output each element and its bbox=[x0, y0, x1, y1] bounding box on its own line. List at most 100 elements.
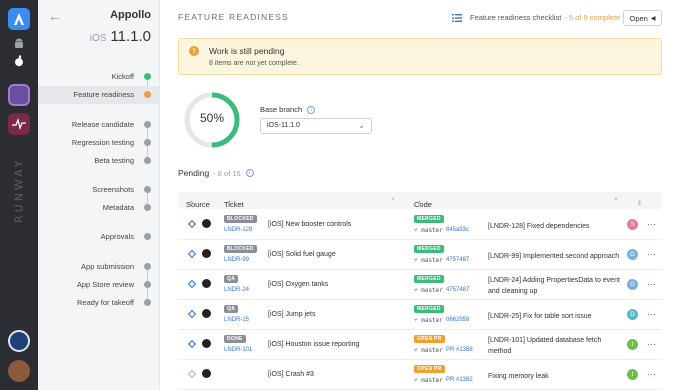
step-regression-testing[interactable]: Regression testing bbox=[38, 134, 160, 152]
base-branch-select[interactable]: iOS-11.1.0 ⌄ bbox=[260, 118, 372, 134]
ticket-id-link[interactable]: LNDR-101 bbox=[224, 347, 252, 353]
code-status-badge: OPEN PR bbox=[414, 365, 445, 373]
base-branch-label: Base branch i bbox=[260, 105, 316, 114]
step-app-submission[interactable]: App submission bbox=[38, 258, 160, 276]
github-icon bbox=[202, 219, 211, 228]
more-options-icon[interactable]: ⋯ bbox=[647, 369, 657, 380]
ticket-status-badge: QA bbox=[224, 275, 239, 283]
app-name: Appollo bbox=[110, 9, 151, 21]
branch-name: master bbox=[421, 347, 443, 354]
table-row[interactable]: [iOS] Crash #3 OPEN PR ⑂ master PR #1382 Fix… bbox=[178, 360, 662, 390]
code-ref-link[interactable]: 0662958 bbox=[446, 317, 469, 323]
step-status-dot bbox=[144, 204, 151, 211]
step-app-store-review[interactable]: App Store review bbox=[38, 276, 160, 294]
ticket-title: [iOS] New booster controls bbox=[268, 221, 352, 228]
step-metadata[interactable]: Metadata bbox=[38, 199, 160, 217]
back-arrow-icon[interactable]: ← bbox=[48, 8, 62, 24]
ticket-id-link[interactable]: LNDR-128 bbox=[224, 227, 252, 233]
code-title: [LNDR-25] Fix for table sort issue bbox=[488, 313, 592, 320]
ticket-id-link[interactable]: LNDR-24 bbox=[224, 287, 249, 293]
release-version: iOS 11.1.0 bbox=[90, 28, 151, 45]
code-status-badge: MERGED bbox=[414, 245, 444, 253]
github-icon bbox=[202, 249, 211, 258]
ticket-status-badge: QA bbox=[224, 305, 239, 313]
assignee-avatar[interactable]: G bbox=[627, 279, 638, 290]
more-options-icon[interactable]: ⋯ bbox=[647, 219, 657, 230]
runway-logo-icon[interactable] bbox=[8, 8, 30, 30]
step-label: Screenshots bbox=[92, 185, 134, 194]
step-label: Regression testing bbox=[71, 138, 134, 147]
pending-title: Pending bbox=[178, 168, 210, 178]
step-label: Approvals bbox=[100, 232, 134, 241]
code-status-badge: MERGED bbox=[414, 305, 444, 313]
code-ref-link[interactable]: 845a93c bbox=[446, 227, 469, 233]
info-icon[interactable]: i bbox=[307, 105, 316, 114]
step-status-dot bbox=[144, 263, 151, 270]
assignee-avatar[interactable]: D bbox=[627, 309, 638, 320]
table-row[interactable]: DONE LNDR-101 [iOS] Houston issue reportin… bbox=[178, 330, 662, 360]
apple-icon[interactable] bbox=[11, 53, 27, 69]
release-sidebar: ← Appollo iOS 11.1.0 Kickoff Feature read… bbox=[38, 0, 160, 390]
warning-icon: ! bbox=[189, 46, 199, 56]
more-options-icon[interactable]: ⋯ bbox=[647, 339, 657, 350]
step-screenshots[interactable]: Screenshots bbox=[38, 181, 160, 199]
step-status-dot bbox=[144, 121, 151, 128]
branch-name: master bbox=[421, 227, 443, 234]
more-options-icon[interactable]: ⋯ bbox=[647, 249, 657, 260]
code-ref-link[interactable]: 4757487 bbox=[446, 257, 469, 263]
table-row[interactable]: QA LNDR-24 [iOS] Oxygen tanks MERGED ⑂ maste… bbox=[178, 270, 662, 300]
android-icon[interactable] bbox=[11, 36, 27, 52]
assignee-avatar[interactable]: I bbox=[627, 369, 638, 380]
table-row[interactable]: BLOCKED LNDR-128 [iOS] New booster control… bbox=[178, 210, 662, 240]
step-status-dot bbox=[144, 73, 151, 80]
step-kickoff[interactable]: Kickoff bbox=[38, 68, 160, 86]
ticket-id-link[interactable]: LNDR-99 bbox=[224, 257, 249, 263]
more-options-icon[interactable]: ⋯ bbox=[647, 279, 657, 290]
table-row[interactable]: QA LNDR-25 [iOS] Jump jets MERGED ⑂ master 06… bbox=[178, 300, 662, 330]
app-icon-pulse[interactable] bbox=[8, 113, 30, 135]
step-approvals[interactable]: Approvals bbox=[38, 228, 160, 246]
code-ref-link[interactable]: PR #1388 bbox=[446, 347, 473, 353]
pending-alert: ! Work is still pending 8 items are not … bbox=[178, 38, 662, 75]
step-status-dot bbox=[144, 91, 151, 98]
ticket-search-icon[interactable]: ⌕ bbox=[391, 196, 395, 204]
table-row[interactable]: BLOCKED LNDR-99 [iOS] Solid fuel gauge MERG… bbox=[178, 240, 662, 270]
ticket-title: [iOS] Jump jets bbox=[268, 311, 316, 318]
step-label: Ready for takeoff bbox=[77, 298, 134, 307]
jira-icon bbox=[187, 249, 197, 259]
code-search-icon[interactable]: ⌕ bbox=[614, 196, 618, 204]
ticket-title: [iOS] Oxygen tanks bbox=[268, 281, 329, 288]
assignee-avatar[interactable]: S bbox=[627, 219, 638, 230]
step-feature-readiness[interactable]: Feature readiness bbox=[38, 86, 160, 104]
code-ref-link[interactable]: PR #1382 bbox=[446, 377, 473, 383]
more-options-icon[interactable]: ⋯ bbox=[647, 309, 657, 320]
step-ready-for-takeoff[interactable]: Ready for takeoff bbox=[38, 294, 160, 312]
checklist-label: Feature readiness checklist bbox=[470, 13, 562, 22]
git-branch-icon: ⑂ bbox=[414, 377, 418, 384]
jira-icon bbox=[187, 219, 197, 229]
checklist-link[interactable]: Feature readiness checklist - 5 of 9 com… bbox=[452, 13, 620, 22]
org-avatar[interactable] bbox=[8, 330, 30, 352]
user-avatar[interactable] bbox=[8, 360, 30, 382]
code-title: [LNDR-24] Adding PropertiesData to event… bbox=[488, 277, 620, 295]
info-icon[interactable]: i bbox=[245, 169, 254, 177]
main-content: FEATURE READINESS Feature readiness chec… bbox=[160, 0, 680, 390]
ticket-id-link[interactable]: LNDR-25 bbox=[224, 317, 249, 323]
base-branch-title: Base branch bbox=[260, 105, 303, 114]
assignee-avatar[interactable]: G bbox=[627, 249, 638, 260]
base-branch-value: iOS-11.1.0 bbox=[267, 122, 300, 129]
ticket-title: [iOS] Solid fuel gauge bbox=[268, 251, 336, 258]
github-icon bbox=[202, 279, 211, 288]
step-release-candidate[interactable]: Release candidate bbox=[38, 116, 160, 134]
open-button[interactable]: Open ◀ bbox=[623, 10, 662, 26]
caret-left-icon: ◀ bbox=[650, 15, 656, 22]
jira-icon bbox=[187, 339, 197, 349]
step-beta-testing[interactable]: Beta testing bbox=[38, 152, 160, 170]
code-ref-link[interactable]: 4757487 bbox=[446, 287, 469, 293]
code-title: [LNDR-99] Implemented second approach bbox=[488, 253, 620, 260]
code-title: [LNDR-128] Fixed dependencies bbox=[488, 223, 590, 230]
assignee-avatar[interactable]: I bbox=[627, 339, 638, 350]
app-icon-purple[interactable] bbox=[8, 84, 30, 106]
app-rail: RUNWAY bbox=[0, 0, 38, 390]
rail-brand: RUNWAY bbox=[12, 157, 26, 223]
